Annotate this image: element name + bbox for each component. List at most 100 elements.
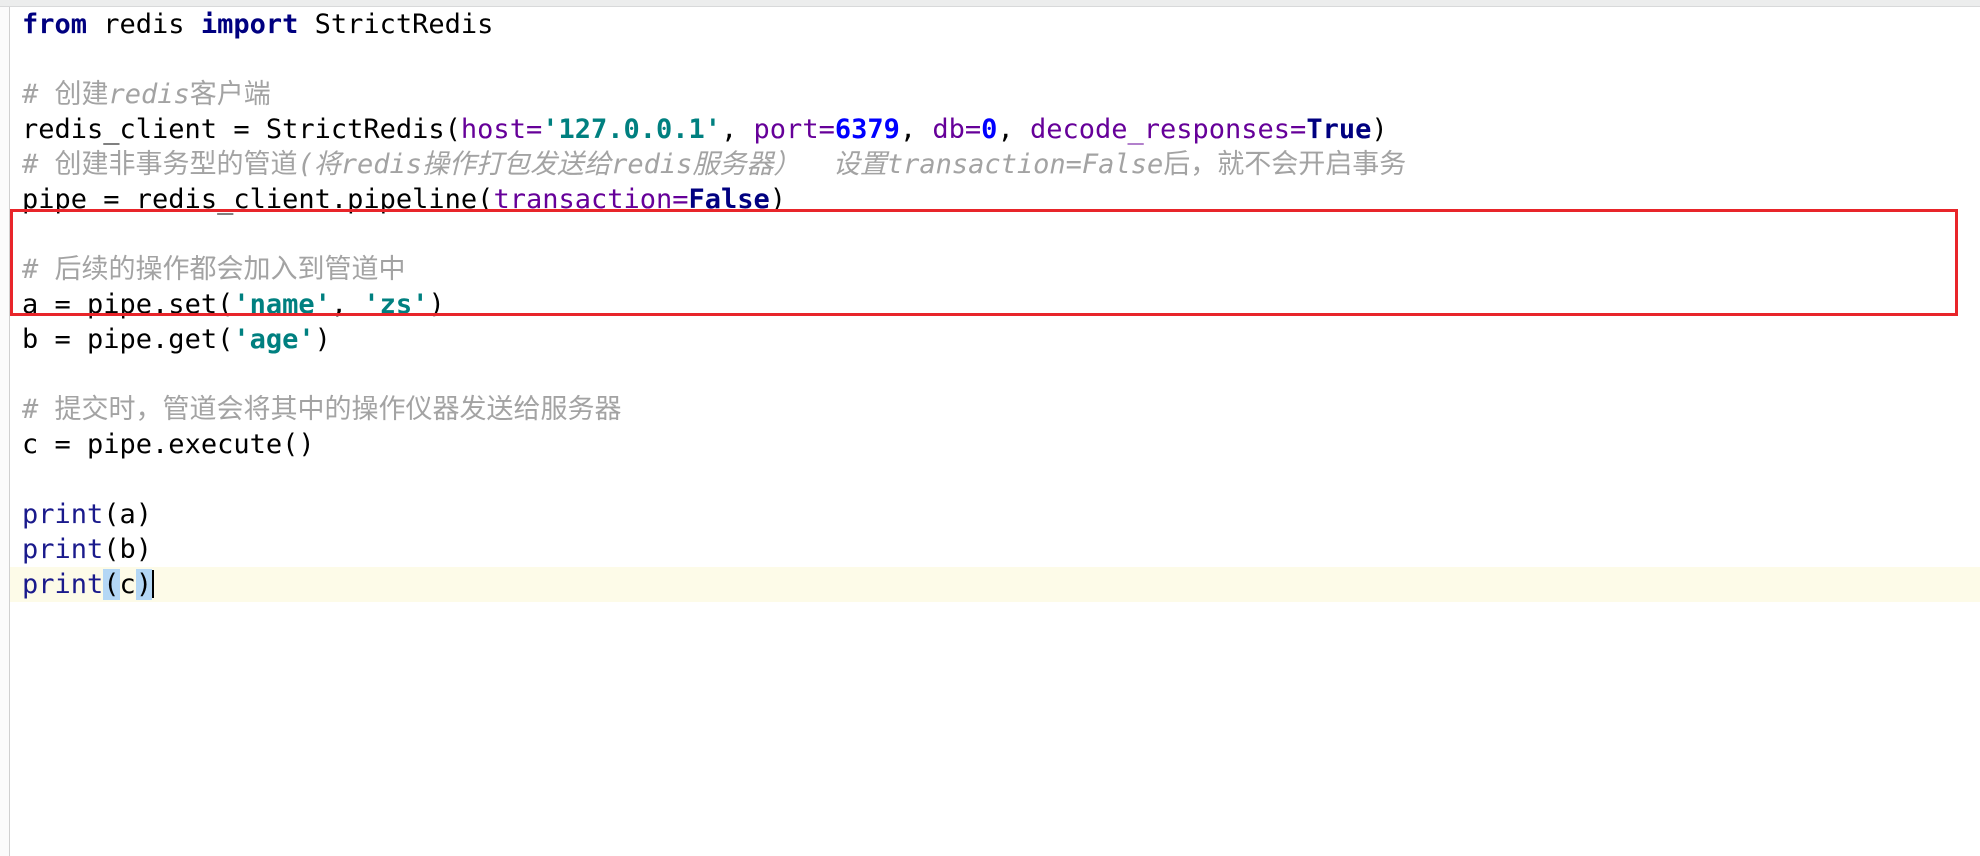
token-arg-c: c xyxy=(119,569,136,600)
token-call-pipeline: redis_client.pipeline xyxy=(135,184,478,215)
code-line-comment[interactable]: # 提交时，管道会将其中的操作仪器发送给服务器 xyxy=(10,392,1980,427)
code-line-current[interactable]: print(c) xyxy=(10,567,1980,602)
token-comma: , xyxy=(997,114,1030,145)
token-comment-cjk: 客户端 xyxy=(189,79,271,110)
token-kwarg-transaction: transaction xyxy=(493,184,673,215)
token-comment-cjk: 设置 xyxy=(832,149,887,180)
token-equals: = xyxy=(964,114,982,145)
token-call-args: (a) xyxy=(103,499,153,530)
token-equals: = xyxy=(1290,114,1307,145)
token-comment-cjk: 创建 xyxy=(54,79,109,110)
token-kwarg-host: host xyxy=(460,114,526,145)
token-builtin-print: print xyxy=(22,534,104,565)
code-line[interactable]: a = pipe.set('name', 'zs') xyxy=(10,287,1980,322)
code-line-blank[interactable] xyxy=(10,462,1980,497)
token-call-args: (b) xyxy=(103,534,153,565)
token-paren-open: ( xyxy=(217,289,234,320)
token-comment-hash: # xyxy=(22,79,55,110)
token-call-strictredis: StrictRedis xyxy=(265,114,445,145)
token-constant-false: False xyxy=(688,184,770,215)
token-comma: , xyxy=(721,114,754,145)
token-number-db-value: 0 xyxy=(981,114,998,145)
token-kwarg-decode-responses: decode_responses xyxy=(1029,114,1291,145)
token-var-b: b xyxy=(22,324,55,355)
token-var-redis-client: redis_client xyxy=(22,114,234,145)
token-assign: = xyxy=(54,429,88,460)
token-comma: , xyxy=(330,289,364,320)
code-line[interactable]: b = pipe.get('age') xyxy=(10,322,1980,357)
token-call-pipe-execute: pipe.execute xyxy=(87,429,283,460)
code-line-blank[interactable] xyxy=(10,42,1980,77)
code-line[interactable]: c = pipe.execute() xyxy=(10,427,1980,462)
token-var-c: c xyxy=(22,429,55,460)
token-paren-open: ( xyxy=(444,114,461,145)
token-comment-space xyxy=(800,149,833,180)
token-comment-hash: # xyxy=(22,149,55,180)
token-comment-paren: ( xyxy=(297,149,314,180)
token-comment-cjk: 服务器） xyxy=(692,149,801,180)
code-line-boxed[interactable]: pipe = redis_client.pipeline(transaction… xyxy=(10,182,1980,217)
token-assign: = xyxy=(103,184,136,215)
token-kwarg-db: db xyxy=(932,114,965,145)
code-line-blank[interactable] xyxy=(10,357,1980,392)
code-line-comment-boxed[interactable]: # 创建非事务型的管道(将redis操作打包发送给redis服务器） 设置tra… xyxy=(10,147,1980,182)
token-comment-cjk: 提交时，管道会将其中的操作仪器发送给服务器 xyxy=(54,394,622,425)
token-comma: , xyxy=(899,114,933,145)
token-paren-close: ) xyxy=(314,324,331,355)
token-comment-cjk: 将 xyxy=(313,149,341,180)
token-call-pipe-get: pipe.get xyxy=(87,324,218,355)
token-comment-cjk: 后，就不会开启事务 xyxy=(1163,149,1407,180)
token-paren-open: ( xyxy=(217,324,234,355)
token-paren-close: ) xyxy=(1371,114,1388,145)
token-comment-transaction-false: transaction=False xyxy=(886,149,1164,180)
token-paren-close: ) xyxy=(428,289,445,320)
token-parens: () xyxy=(282,429,315,460)
token-comment-hash: # xyxy=(22,394,55,425)
token-number-port-value: 6379 xyxy=(834,114,900,145)
text-caret xyxy=(152,570,155,598)
code-line-comment[interactable]: # 创建redis客户端 xyxy=(10,77,1980,112)
code-editor[interactable]: from redis import StrictRedis # 创建redis客… xyxy=(0,0,1980,856)
token-string-zs: 'zs' xyxy=(363,289,429,320)
code-line[interactable]: from redis import StrictRedis xyxy=(10,7,1980,42)
token-paren-open: ( xyxy=(477,184,494,215)
token-comment-redis: redis xyxy=(611,149,693,180)
token-module-redis: redis xyxy=(87,9,201,40)
token-assign: = xyxy=(54,324,88,355)
editor-top-strip xyxy=(0,0,1980,7)
token-paren-close-matched: ) xyxy=(135,569,153,600)
code-line[interactable]: redis_client = StrictRedis(host='127.0.0… xyxy=(10,112,1980,147)
token-assign: = xyxy=(54,289,88,320)
token-keyword-from: from xyxy=(22,9,88,40)
token-var-a: a xyxy=(22,289,55,320)
token-comment-redis: redis xyxy=(340,149,423,180)
token-string-name: 'name' xyxy=(233,289,331,320)
token-builtin-print: print xyxy=(22,499,104,530)
code-line-blank[interactable] xyxy=(10,217,1980,252)
code-line[interactable]: print(b) xyxy=(10,532,1980,567)
token-comment-hash: # xyxy=(22,254,55,285)
token-string-age: 'age' xyxy=(233,324,315,355)
token-keyword-import: import xyxy=(200,9,299,40)
token-comment-cjk: 后续的操作都会加入到管道中 xyxy=(54,254,406,285)
token-symbol-strictredis: StrictRedis xyxy=(298,9,494,40)
token-paren-close: ) xyxy=(769,184,787,215)
token-constant-true: True xyxy=(1306,114,1372,145)
token-equals: = xyxy=(672,184,689,215)
line-number-gutter[interactable] xyxy=(0,7,10,856)
token-assign: = xyxy=(233,114,266,145)
token-var-pipe: pipe xyxy=(22,184,104,215)
code-line-comment[interactable]: # 后续的操作都会加入到管道中 xyxy=(10,252,1980,287)
token-equals: = xyxy=(525,114,543,145)
token-comment-cjk: 创建非事务型的管道 xyxy=(54,149,298,180)
token-comment-cjk: 操作打包发送给 xyxy=(422,149,612,180)
token-paren-open-matched: ( xyxy=(103,569,120,600)
token-comment-redis: redis xyxy=(108,79,190,110)
token-builtin-print: print xyxy=(22,569,104,600)
token-string-host-value: '127.0.0.1' xyxy=(542,114,722,145)
token-equals: = xyxy=(818,114,835,145)
code-line[interactable]: print(a) xyxy=(10,497,1980,532)
token-call-pipe-set: pipe.set xyxy=(87,289,218,320)
code-content-area[interactable]: from redis import StrictRedis # 创建redis客… xyxy=(10,7,1980,856)
token-kwarg-port: port xyxy=(753,114,819,145)
